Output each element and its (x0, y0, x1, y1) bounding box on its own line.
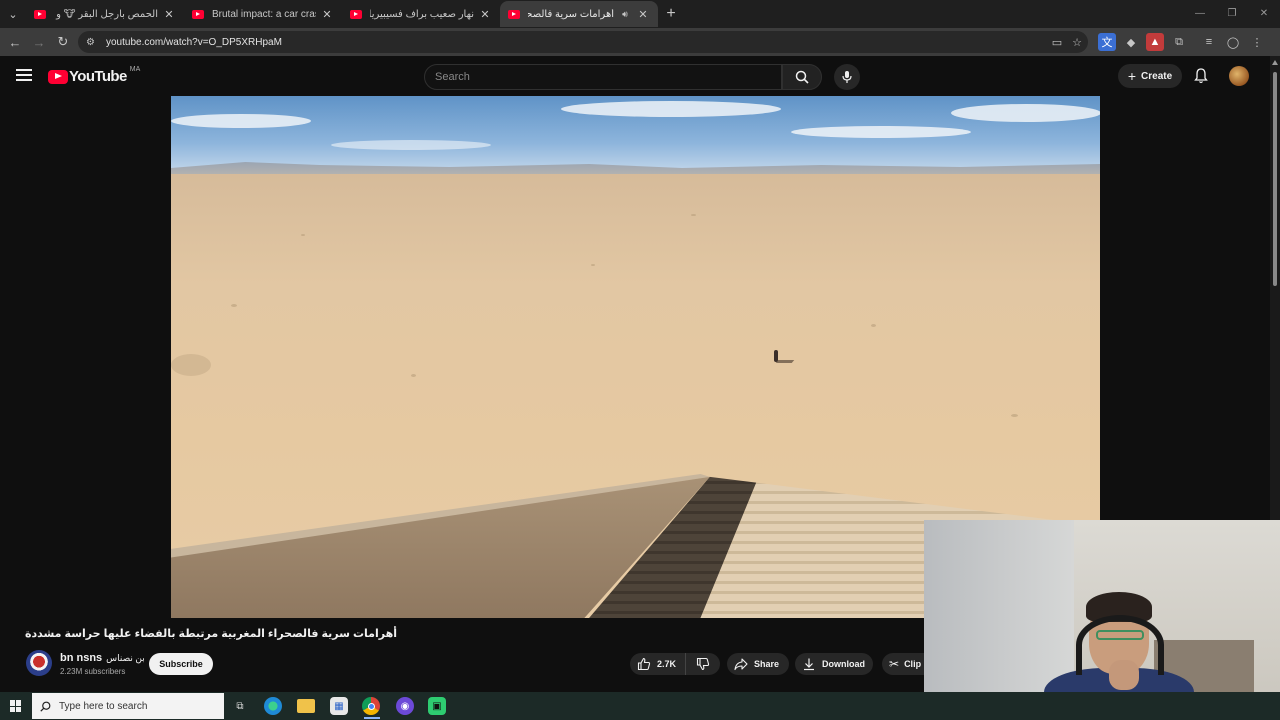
forward-arrow-icon[interactable]: → (27, 30, 51, 54)
like-count: 2.7K (657, 659, 677, 669)
media-queue-icon[interactable]: ≡ (1200, 33, 1218, 51)
channel-name-arabic[interactable]: بن نصناس (106, 653, 145, 663)
browser-toolbar: ← → ↻ ⚙ youtube.com/watch?v=O_DP5XRHpaM … (0, 28, 1280, 56)
tab-title: أهرامات سرية فالصحراء المغ (528, 8, 614, 20)
download-icon (804, 658, 814, 671)
extensions-puzzle-icon[interactable]: ⧉ (1170, 33, 1188, 51)
scrollbar-thumb[interactable] (1273, 72, 1277, 286)
clip-label: Clip (904, 659, 922, 669)
windows-start-icon[interactable] (10, 700, 22, 712)
back-arrow-icon[interactable]: ← (3, 30, 27, 54)
search-input[interactable] (425, 65, 781, 89)
search-button[interactable] (782, 64, 822, 90)
youtube-header: YouTube MA + Create (0, 56, 1270, 96)
address-bar[interactable]: ⚙ youtube.com/watch?v=O_DP5XRHpaM ▭ ☆ (78, 31, 1088, 53)
tab-title: نهار صعيب براف فسيبيريا ❄️ جلد (370, 8, 474, 20)
subscribe-button[interactable]: Subscribe (149, 653, 213, 675)
create-button[interactable]: + Create (1118, 64, 1182, 88)
window-controls: — ❐ ✕ (1184, 0, 1280, 28)
download-label: Download (822, 659, 865, 669)
search-box[interactable] (424, 64, 782, 90)
youtube-favicon-icon (350, 9, 362, 19)
close-icon[interactable]: ✕ (320, 8, 334, 21)
clip-button[interactable]: ✂ Clip (882, 653, 924, 675)
browser-tab-4-active[interactable]: أهرامات سرية فالصحراء المغ 🔊︎ ✕ (500, 1, 658, 27)
screen: ⌄ الحمص بأرجل البقر 🐮 و تقليم أ ✕ Brutal… (0, 0, 1280, 720)
close-icon[interactable]: ✕ (162, 8, 176, 21)
share-label: Share (754, 659, 780, 669)
windows-taskbar: ⧉ ▦ ◉ ▣ (0, 692, 1280, 720)
tab-title: الحمص بأرجل البقر 🐮 و تقليم أ (54, 8, 158, 20)
country-code: MA (129, 66, 141, 73)
restore-icon[interactable]: ❐ (1216, 0, 1248, 28)
browser-menu-icon[interactable]: ⋮ (1248, 33, 1266, 51)
recording-app-icon[interactable]: ◉ (396, 697, 414, 715)
extensions-area: 文 ◆ ▲ ⧉ ≡ ◯ ⋮ (1098, 28, 1266, 56)
profile-icon[interactable]: ◯ (1224, 33, 1242, 51)
speaker-icon[interactable]: 🔊︎ (618, 9, 632, 20)
url-text[interactable]: youtube.com/watch?v=O_DP5XRHpaM (106, 37, 282, 48)
tab-search-chevron-icon[interactable]: ⌄ (0, 1, 26, 27)
taskbar-search-box[interactable] (32, 693, 224, 719)
channel-avatar[interactable] (26, 650, 52, 676)
youtube-play-logo-icon (48, 69, 68, 84)
webcam-person-hand (1109, 660, 1139, 690)
youtube-logo[interactable]: YouTube MA (48, 66, 141, 85)
site-info-icon[interactable]: ⚙ (86, 37, 102, 48)
plus-icon: + (1127, 68, 1137, 84)
browser-tab-1[interactable]: الحمص بأرجل البقر 🐮 و تقليم أ ✕ (26, 1, 184, 27)
task-view-icon[interactable]: ⧉ (230, 696, 250, 716)
like-dislike-group: 2.7K (630, 653, 720, 675)
channel-name[interactable]: bn nsns بن نصناس (60, 652, 145, 664)
create-label: Create (1141, 70, 1173, 82)
translate-extension-icon[interactable]: 文 (1098, 33, 1116, 51)
video-title: أهرامات سرية فالصحراء المغربية مرتبطة با… (25, 628, 397, 640)
bookmark-star-icon[interactable]: ☆ (1072, 36, 1082, 49)
youtube-favicon-icon (34, 9, 46, 19)
like-button[interactable]: 2.7K (630, 653, 686, 675)
thumbs-down-icon (696, 657, 710, 671)
microsoft-store-icon[interactable]: ▦ (330, 697, 348, 715)
taskbar-search-icon (40, 701, 51, 712)
file-explorer-icon[interactable] (297, 699, 315, 713)
minimize-icon[interactable]: — (1184, 0, 1216, 28)
share-button[interactable]: Share (727, 653, 789, 675)
browser-tabstrip: ⌄ الحمص بأرجل البقر 🐮 و تقليم أ ✕ Brutal… (0, 0, 1280, 28)
taskbar-search-input[interactable] (59, 700, 209, 712)
active-app-indicator (364, 717, 380, 719)
search-icon (795, 70, 809, 84)
webcam-overlay (924, 520, 1280, 720)
browser-tab-2[interactable]: Brutal impact: a car crashes ✕ (184, 1, 342, 27)
thumbs-up-icon (637, 657, 651, 671)
subscriber-count: 2.23M subscribers (60, 667, 126, 676)
notifications-bell-icon[interactable] (1191, 66, 1211, 86)
youtube-favicon-icon (192, 9, 204, 19)
voice-search-button[interactable] (834, 64, 860, 90)
extension-red-icon[interactable]: ▲ (1146, 33, 1164, 51)
browser-tab-3[interactable]: نهار صعيب براف فسيبيريا ❄️ جلد ✕ (342, 1, 500, 27)
close-icon[interactable]: ✕ (636, 8, 650, 21)
dislike-button[interactable] (686, 653, 720, 675)
tab-title: Brutal impact: a car crashes (212, 8, 316, 20)
channel-name-latin[interactable]: bn nsns (60, 652, 102, 664)
youtube-wordmark: YouTube (69, 68, 127, 85)
hamburger-menu-icon[interactable] (16, 69, 32, 83)
cast-icon[interactable]: ▭ (1052, 36, 1062, 49)
person-shadow (775, 360, 795, 363)
extension-diamond-icon[interactable]: ◆ (1122, 33, 1140, 51)
scroll-up-arrow-icon[interactable] (1272, 60, 1278, 65)
reload-icon[interactable]: ↻ (51, 30, 75, 54)
android-app-icon[interactable]: ▣ (428, 697, 446, 715)
youtube-favicon-icon (508, 9, 520, 19)
microphone-icon (842, 71, 852, 83)
chrome-icon[interactable] (362, 697, 380, 715)
scissors-icon: ✂ (889, 657, 900, 671)
new-tab-plus-icon[interactable]: + (658, 5, 684, 23)
download-button[interactable]: Download (795, 653, 873, 675)
close-icon[interactable]: ✕ (478, 8, 492, 21)
share-arrow-icon (734, 658, 748, 671)
account-avatar[interactable] (1229, 66, 1249, 86)
edge-browser-icon[interactable] (264, 697, 282, 715)
close-window-icon[interactable]: ✕ (1248, 0, 1280, 28)
